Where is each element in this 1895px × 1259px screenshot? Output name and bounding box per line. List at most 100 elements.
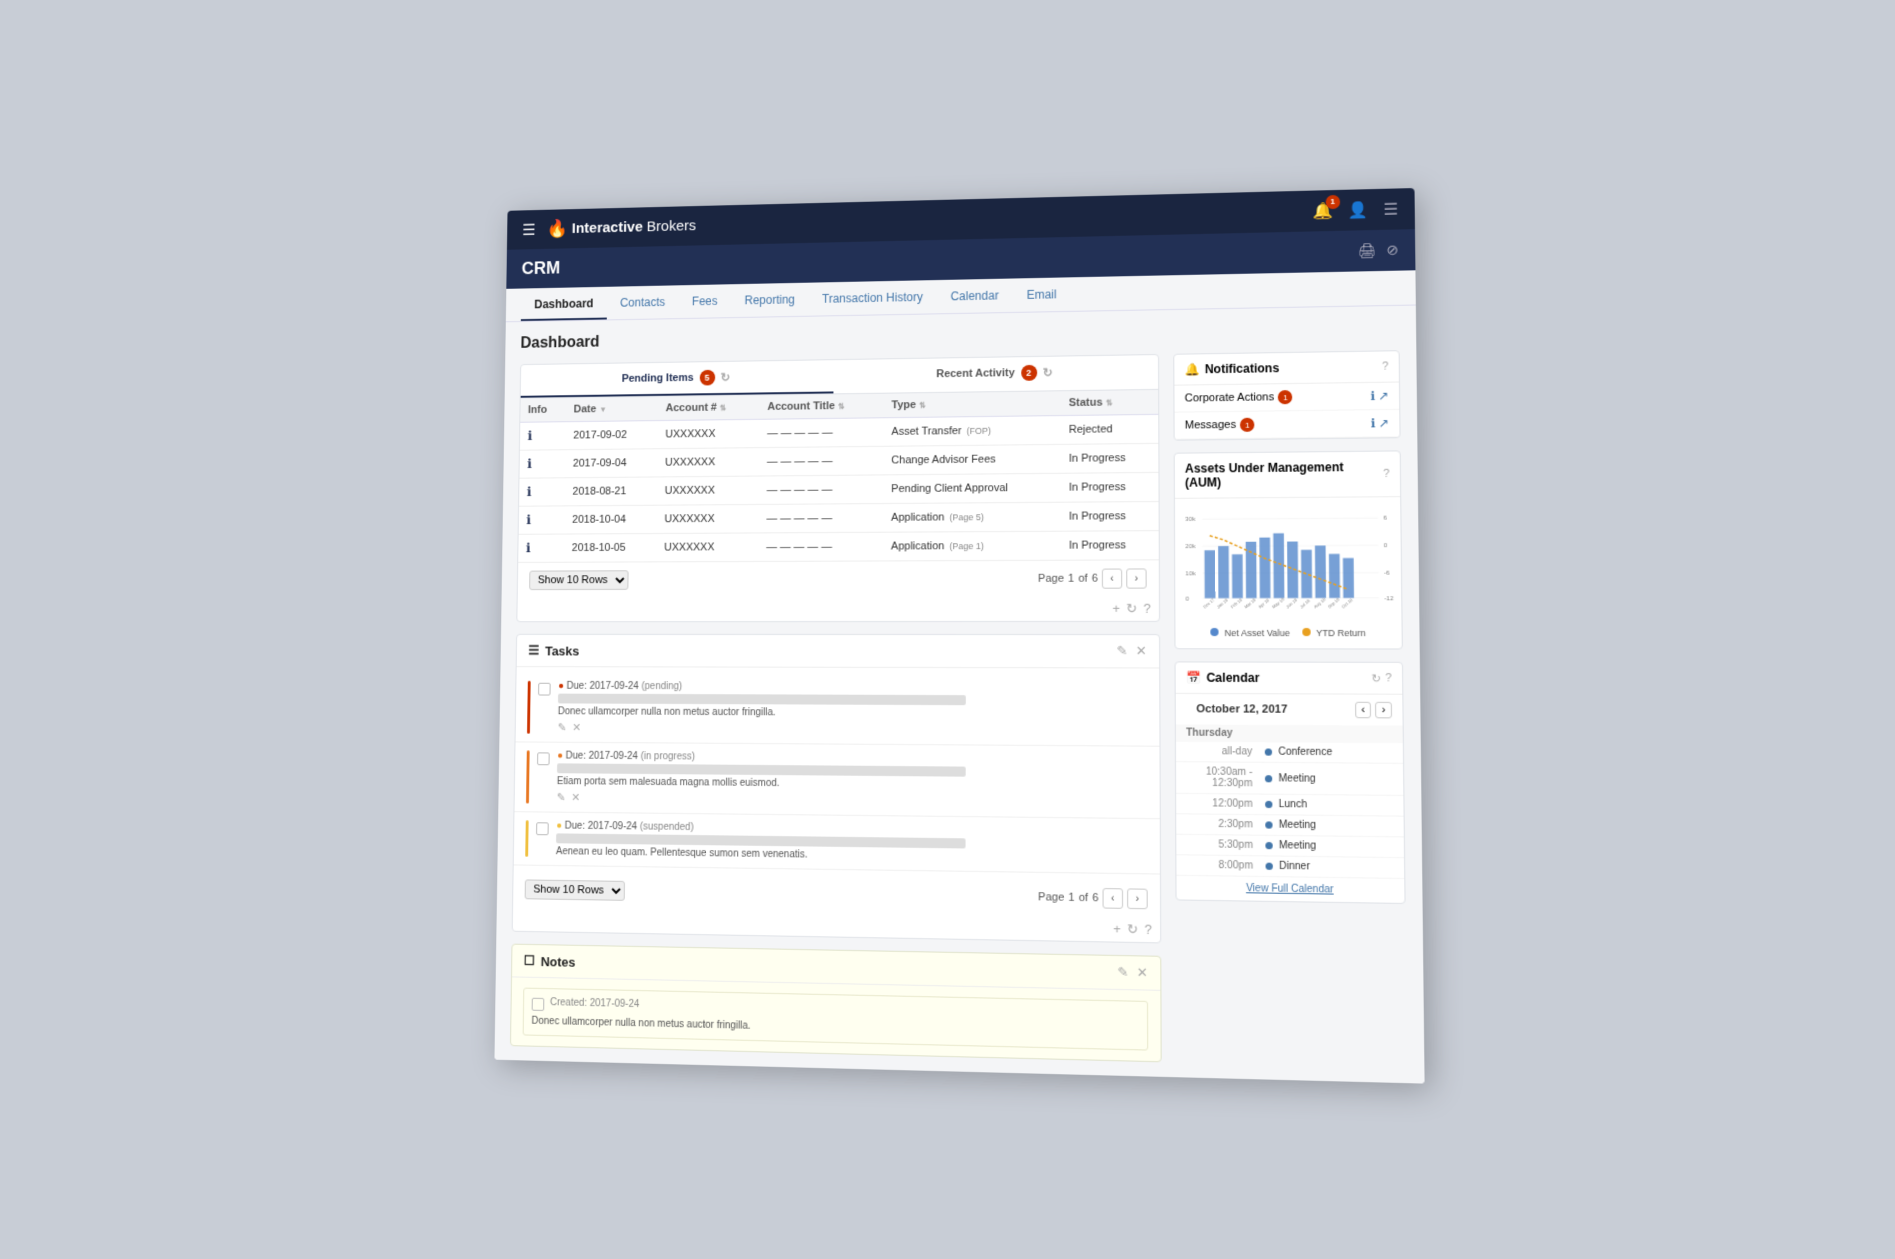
- recent-refresh-icon[interactable]: ↻: [1042, 365, 1052, 379]
- task-status: (in progress): [640, 751, 695, 762]
- row-title: — — — — —: [758, 503, 883, 532]
- tasks-header-actions: ✎ ✕: [1116, 643, 1146, 659]
- task-delete-icon[interactable]: ✕: [572, 721, 581, 734]
- notes-edit-icon[interactable]: ✎: [1117, 964, 1128, 981]
- row-date: 2018-10-04: [564, 505, 657, 534]
- pending-refresh-icon[interactable]: ↻: [720, 370, 730, 384]
- corporate-actions-arrows[interactable]: ℹ ↗: [1370, 388, 1388, 402]
- row-info-icon[interactable]: ℹ: [527, 456, 532, 471]
- task-checkbox[interactable]: [536, 822, 549, 835]
- row-date: 2017-09-02: [565, 420, 657, 449]
- crm-title: CRM: [521, 258, 560, 279]
- print-icon[interactable]: 🖨: [1357, 242, 1376, 259]
- task-edit-icon[interactable]: ✎: [557, 721, 566, 734]
- tasks-edit-icon[interactable]: ✎: [1116, 643, 1127, 659]
- card-footer-actions: + ↻ ?: [517, 596, 1159, 621]
- tasks-show-rows-control[interactable]: Show 10 Rows: [524, 879, 624, 900]
- calendar-card: 📅 Calendar ↻ ? October 12, 2017 ‹ ›: [1174, 661, 1405, 904]
- row-info-icon[interactable]: ℹ: [526, 484, 531, 499]
- row-info-icon[interactable]: ℹ: [527, 428, 532, 443]
- recent-badge: 2: [1020, 364, 1036, 380]
- page-next-button[interactable]: ›: [1126, 568, 1146, 588]
- tab-fees[interactable]: Fees: [678, 284, 731, 318]
- row-status: In Progress: [1060, 472, 1158, 502]
- notification-bell-icon[interactable]: 🔔 1: [1313, 200, 1334, 220]
- event-name: Dinner: [1279, 861, 1310, 873]
- notifications-card: 🔔 Notifications ? Corporate Actions 1 ℹ …: [1173, 350, 1400, 441]
- tab-transaction-history[interactable]: Transaction History: [808, 280, 936, 316]
- pending-recent-card: Pending Items 5 ↻ Recent Activity 2 ↻: [516, 354, 1160, 622]
- task-content: ● Due: 2017-09-24 (in progress) Etiam po…: [556, 750, 1147, 809]
- col-status[interactable]: Status ⇅: [1060, 389, 1158, 415]
- task-indicator-yellow: ●: [556, 820, 562, 831]
- tasks-close-icon[interactable]: ✕: [1135, 643, 1146, 659]
- row-account: UXXXXXX: [657, 447, 759, 476]
- col-title[interactable]: Account Title ⇅: [759, 393, 883, 419]
- cal-help-icon[interactable]: ?: [1385, 671, 1392, 684]
- event-dot: [1265, 801, 1272, 808]
- top-nav-left: ☰ 🔥 InteractiveBrokers: [522, 215, 696, 239]
- notes-close-icon[interactable]: ✕: [1136, 964, 1147, 981]
- legend-nav: Net Asset Value: [1210, 628, 1290, 638]
- col-account[interactable]: Account # ⇅: [657, 395, 759, 420]
- messages-arrows[interactable]: ℹ ↗: [1370, 416, 1389, 430]
- user-icon[interactable]: 👤: [1348, 199, 1369, 219]
- task-edit-icon[interactable]: ✎: [556, 790, 565, 803]
- tasks-rows-per-page-select[interactable]: Show 10 Rows: [524, 879, 624, 900]
- refresh-icon[interactable]: ↻: [1126, 600, 1137, 616]
- tasks-card: ☰ Tasks ✎ ✕: [511, 633, 1161, 943]
- page-prev-button[interactable]: ‹: [1101, 568, 1121, 588]
- info-circle-icon[interactable]: ℹ: [1370, 416, 1375, 430]
- info-circle-icon[interactable]: ℹ: [1370, 388, 1375, 402]
- tab-contacts[interactable]: Contacts: [606, 285, 678, 319]
- task-due: ● Due: 2017-09-24 (pending): [558, 680, 1147, 693]
- aum-help-icon[interactable]: ?: [1383, 467, 1390, 479]
- cal-prev-button[interactable]: ‹: [1354, 702, 1371, 719]
- top-nav-right: 🔔 1 👤 ☰: [1313, 198, 1398, 220]
- tab-dashboard[interactable]: Dashboard: [520, 286, 606, 320]
- task-content: ● Due: 2017-09-24 (suspended) Aenean eu …: [555, 820, 1147, 865]
- tab-email[interactable]: Email: [1012, 277, 1070, 312]
- tasks-help-icon[interactable]: ?: [1144, 921, 1152, 938]
- show-rows-control[interactable]: Show 10 Rows Show 25 Rows Show 50 Rows: [529, 570, 628, 590]
- calendar-event: 12:00pm Lunch: [1176, 794, 1403, 817]
- cal-refresh-icon[interactable]: ↻: [1371, 671, 1381, 684]
- col-type[interactable]: Type ⇅: [883, 391, 1060, 418]
- add-icon[interactable]: +: [1112, 600, 1120, 616]
- task-status: (pending): [641, 681, 682, 692]
- add-task-icon[interactable]: +: [1113, 921, 1121, 938]
- tasks-page-prev-button[interactable]: ‹: [1102, 888, 1123, 909]
- rows-per-page-select[interactable]: Show 10 Rows Show 25 Rows Show 50 Rows: [529, 570, 628, 590]
- task-delete-icon[interactable]: ✕: [571, 791, 580, 804]
- task-actions: ✎ ✕: [557, 721, 1147, 737]
- calendar-month-nav: ‹ ›: [1354, 702, 1391, 719]
- hamburger-menu[interactable]: ☰: [522, 220, 536, 239]
- table-row: ℹ 2018-10-05 UXXXXXX — — — — — Applicati…: [518, 530, 1159, 562]
- aum-title: Assets Under Management (AUM): [1184, 459, 1382, 489]
- help-circle-icon[interactable]: ⊘: [1386, 241, 1398, 258]
- col-date[interactable]: Date ▼: [565, 396, 657, 421]
- notes-card: ☐ Notes ✎ ✕ Created: 2017-09-24: [509, 943, 1161, 1062]
- recent-activity-tab[interactable]: Recent Activity 2 ↻: [833, 355, 1158, 393]
- row-info-icon[interactable]: ℹ: [525, 540, 530, 555]
- tab-reporting[interactable]: Reporting: [730, 282, 808, 316]
- external-link-icon[interactable]: ↗: [1378, 388, 1389, 402]
- svg-text:6: 6: [1383, 515, 1387, 521]
- notes-checkbox-icon: ☐: [523, 952, 534, 968]
- tab-calendar[interactable]: Calendar: [936, 278, 1012, 313]
- event-name: Meeting: [1278, 819, 1315, 831]
- row-info-icon[interactable]: ℹ: [526, 512, 531, 527]
- view-full-calendar-link[interactable]: View Full Calendar: [1176, 876, 1404, 903]
- menu-icon[interactable]: ☰: [1383, 198, 1398, 218]
- cal-next-button[interactable]: ›: [1375, 702, 1392, 719]
- external-link-icon[interactable]: ↗: [1378, 416, 1389, 430]
- task-checkbox[interactable]: [538, 682, 551, 695]
- notifications-help-icon[interactable]: ?: [1381, 360, 1388, 372]
- tasks-page-next-button[interactable]: ›: [1127, 888, 1148, 909]
- help-icon[interactable]: ?: [1143, 600, 1150, 616]
- pending-items-tab[interactable]: Pending Items 5 ↻: [520, 360, 833, 398]
- row-account: UXXXXXX: [657, 419, 759, 448]
- task-checkbox[interactable]: [537, 752, 550, 765]
- refresh-tasks-icon[interactable]: ↻: [1127, 921, 1138, 938]
- note-checkbox[interactable]: [531, 997, 544, 1010]
